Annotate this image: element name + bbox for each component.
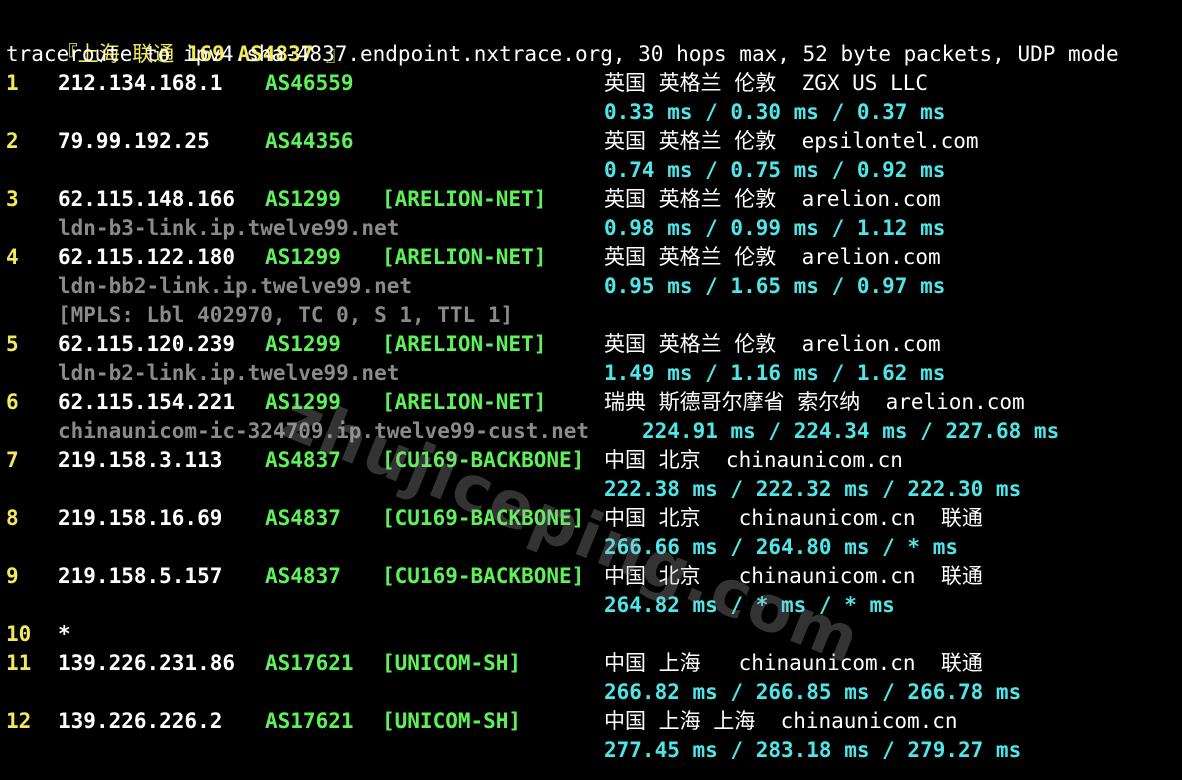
hop-row: 8 219.158.16.69 AS4837 [CU169-BACKBONE] 中国 北…: [6, 504, 1182, 533]
hop-number: 3: [6, 187, 19, 211]
hop-ip: 62.115.122.180: [58, 245, 236, 269]
hop-rtt: 1.49 ms / 1.16 ms / 1.62 ms: [604, 361, 946, 385]
hop-detail-row: ldn-b3-link.ip.twelve99.net 0.98 ms / 0.9…: [6, 214, 1182, 243]
hop-rtt: 0.98 ms / 0.99 ms / 1.12 ms: [604, 216, 946, 240]
hop-row: 1 212.134.168.1 AS46559 英国 英格兰 伦敦 ZGX US LL…: [6, 69, 1182, 98]
hop-rtt: 0.95 ms / 1.65 ms / 0.97 ms: [604, 274, 946, 298]
hop-tag: [UNICOM-SH]: [382, 709, 522, 733]
hop-number: 10: [6, 622, 32, 646]
hop-detail-row: 266.66 ms / 264.80 ms / * ms: [6, 533, 1182, 562]
hop-row: 5 62.115.120.239 AS1299 [ARELION-NET] 英国 英格兰…: [6, 330, 1182, 359]
hop-ip: 219.158.16.69: [58, 506, 223, 530]
hop-number: 4: [6, 245, 19, 269]
hop-ip: 79.99.192.25: [58, 129, 210, 153]
hop-rtt: 222.38 ms / 222.32 ms / 222.30 ms: [604, 477, 1022, 501]
hop-tag: [CU169-BACKBONE]: [382, 448, 585, 472]
hop-geo: 英国 英格兰 伦敦 arelion.com: [604, 245, 941, 269]
hop-number: 7: [6, 448, 19, 472]
hop-mpls: [MPLS: Lbl 402970, TC 0, S 1, TTL 1]: [58, 303, 514, 327]
hop-row: 9 219.158.5.157 AS4837 [CU169-BACKBONE] 中国 北…: [6, 562, 1182, 591]
hop-geo: 英国 英格兰 伦敦 ZGX US LLC: [604, 71, 929, 95]
hop-ip: 62.115.154.221: [58, 390, 236, 414]
hop-ip: 219.158.3.113: [58, 448, 223, 472]
hop-geo: 英国 英格兰 伦敦 arelion.com: [604, 332, 941, 356]
hop-geo: 中国 北京 chinaunicom.cn: [604, 448, 903, 472]
hop-number: 9: [6, 564, 19, 588]
hop-hostname: chinaunicom-ic-324709.ip.twelve99-cust.n…: [58, 419, 590, 443]
hop-detail-row: 264.82 ms / * ms / * ms: [6, 591, 1182, 620]
hop-detail-row: 0.33 ms / 0.30 ms / 0.37 ms: [6, 98, 1182, 127]
hop-ip: 139.226.226.2: [58, 709, 223, 733]
hop-row: 10 *: [6, 620, 1182, 649]
hop-asn: AS4837: [265, 506, 341, 530]
hop-row: 4 62.115.122.180 AS1299 [ARELION-NET] 英国 英格兰…: [6, 243, 1182, 272]
hop-number: 11: [6, 651, 32, 675]
hop-asn: AS46559: [265, 71, 354, 95]
hop-rtt: 266.66 ms / 264.80 ms / * ms: [604, 535, 959, 559]
hop-tag: [ARELION-NET]: [382, 187, 547, 211]
hop-ip: 219.158.5.157: [58, 564, 223, 588]
hop-detail-row: 0.74 ms / 0.75 ms / 0.92 ms: [6, 156, 1182, 185]
hop-detail-row: 277.45 ms / 283.18 ms / 279.27 ms: [6, 736, 1182, 765]
hop-row: 11 139.226.231.86 AS17621 [UNICOM-SH] 中国 上海 …: [6, 649, 1182, 678]
hop-number: 8: [6, 506, 19, 530]
hop-detail-row: ldn-bb2-link.ip.twelve99.net 0.95 ms / 1.…: [6, 272, 1182, 301]
hop-list: 1 212.134.168.1 AS46559 英国 英格兰 伦敦 ZGX US LL…: [6, 69, 1182, 765]
hop-hostname: ldn-b3-link.ip.twelve99.net: [58, 216, 400, 240]
hop-detail-row: 222.38 ms / 222.32 ms / 222.30 ms: [6, 475, 1182, 504]
hop-tag: [ARELION-NET]: [382, 245, 547, 269]
hop-asn: AS17621: [265, 651, 354, 675]
hop-geo: 中国 北京 chinaunicom.cn 联通: [604, 506, 983, 530]
hop-detail-row: chinaunicom-ic-324709.ip.twelve99-cust.n…: [6, 417, 1182, 446]
hop-row: 2 79.99.192.25 AS44356 英国 英格兰 伦敦 epsilontel…: [6, 127, 1182, 156]
hop-number: 2: [6, 129, 19, 153]
hop-asn: AS4837: [265, 564, 341, 588]
hop-detail-row: ldn-b2-link.ip.twelve99.net 1.49 ms / 1.1…: [6, 359, 1182, 388]
title-line: 『上海 联通 169 AS4837 』: [6, 11, 1182, 66]
hop-row: 12 139.226.226.2 AS17621 [UNICOM-SH] 中国 上海 上…: [6, 707, 1182, 736]
hop-tag: [CU169-BACKBONE]: [382, 506, 585, 530]
hop-tag: [ARELION-NET]: [382, 390, 547, 414]
hop-number: 6: [6, 390, 19, 414]
hop-row: 7 219.158.3.113 AS4837 [CU169-BACKBONE] 中国 北…: [6, 446, 1182, 475]
command-line: traceroute to ipv4.sha-4837.endpoint.nxt…: [6, 42, 1119, 66]
hop-hostname: ldn-bb2-link.ip.twelve99.net: [58, 274, 413, 298]
hop-asn: AS1299: [265, 390, 341, 414]
hop-ip: 212.134.168.1: [58, 71, 223, 95]
hop-asn: AS1299: [265, 245, 341, 269]
hop-ip: 62.115.120.239: [58, 332, 236, 356]
hop-asn: AS4837: [265, 448, 341, 472]
hop-geo: 英国 英格兰 伦敦 arelion.com: [604, 187, 941, 211]
hop-asn: AS17621: [265, 709, 354, 733]
hop-rtt: 277.45 ms / 283.18 ms / 279.27 ms: [604, 738, 1022, 762]
hop-rtt: 0.33 ms / 0.30 ms / 0.37 ms: [604, 100, 946, 124]
hop-ip: *: [58, 622, 71, 646]
hop-mpls-row: [MPLS: Lbl 402970, TC 0, S 1, TTL 1]: [6, 301, 1182, 330]
hop-hostname: ldn-b2-link.ip.twelve99.net: [58, 361, 400, 385]
hop-asn: AS1299: [265, 332, 341, 356]
hop-tag: [ARELION-NET]: [382, 332, 547, 356]
hop-ip: 139.226.231.86: [58, 651, 236, 675]
hop-number: 12: [6, 709, 32, 733]
hop-number: 5: [6, 332, 19, 356]
hop-tag: [UNICOM-SH]: [382, 651, 522, 675]
terminal-output: 『上海 联通 169 AS4837 』 traceroute to ipv4.s…: [6, 11, 1182, 765]
hop-asn: AS1299: [265, 187, 341, 211]
hop-geo: 瑞典 斯德哥尔摩省 索尔纳 arelion.com: [604, 390, 1025, 414]
hop-geo: 中国 上海 chinaunicom.cn 联通: [604, 651, 983, 675]
hop-asn: AS44356: [265, 129, 354, 153]
hop-geo: 中国 上海 上海 chinaunicom.cn: [604, 709, 958, 733]
hop-geo: 英国 英格兰 伦敦 epsilontel.com: [604, 129, 979, 153]
hop-row: 6 62.115.154.221 AS1299 [ARELION-NET] 瑞典 斯德哥…: [6, 388, 1182, 417]
hop-number: 1: [6, 71, 19, 95]
hop-rtt: 0.74 ms / 0.75 ms / 0.92 ms: [604, 158, 946, 182]
hop-rtt: 224.91 ms / 224.34 ms / 227.68 ms: [642, 419, 1060, 443]
hop-ip: 62.115.148.166: [58, 187, 236, 211]
hop-tag: [CU169-BACKBONE]: [382, 564, 585, 588]
hop-row: 3 62.115.148.166 AS1299 [ARELION-NET] 英国 英格兰…: [6, 185, 1182, 214]
hop-detail-row: 266.82 ms / 266.85 ms / 266.78 ms: [6, 678, 1182, 707]
hop-rtt: 266.82 ms / 266.85 ms / 266.78 ms: [604, 680, 1022, 704]
hop-geo: 中国 北京 chinaunicom.cn 联通: [604, 564, 983, 588]
hop-rtt: 264.82 ms / * ms / * ms: [604, 593, 895, 617]
